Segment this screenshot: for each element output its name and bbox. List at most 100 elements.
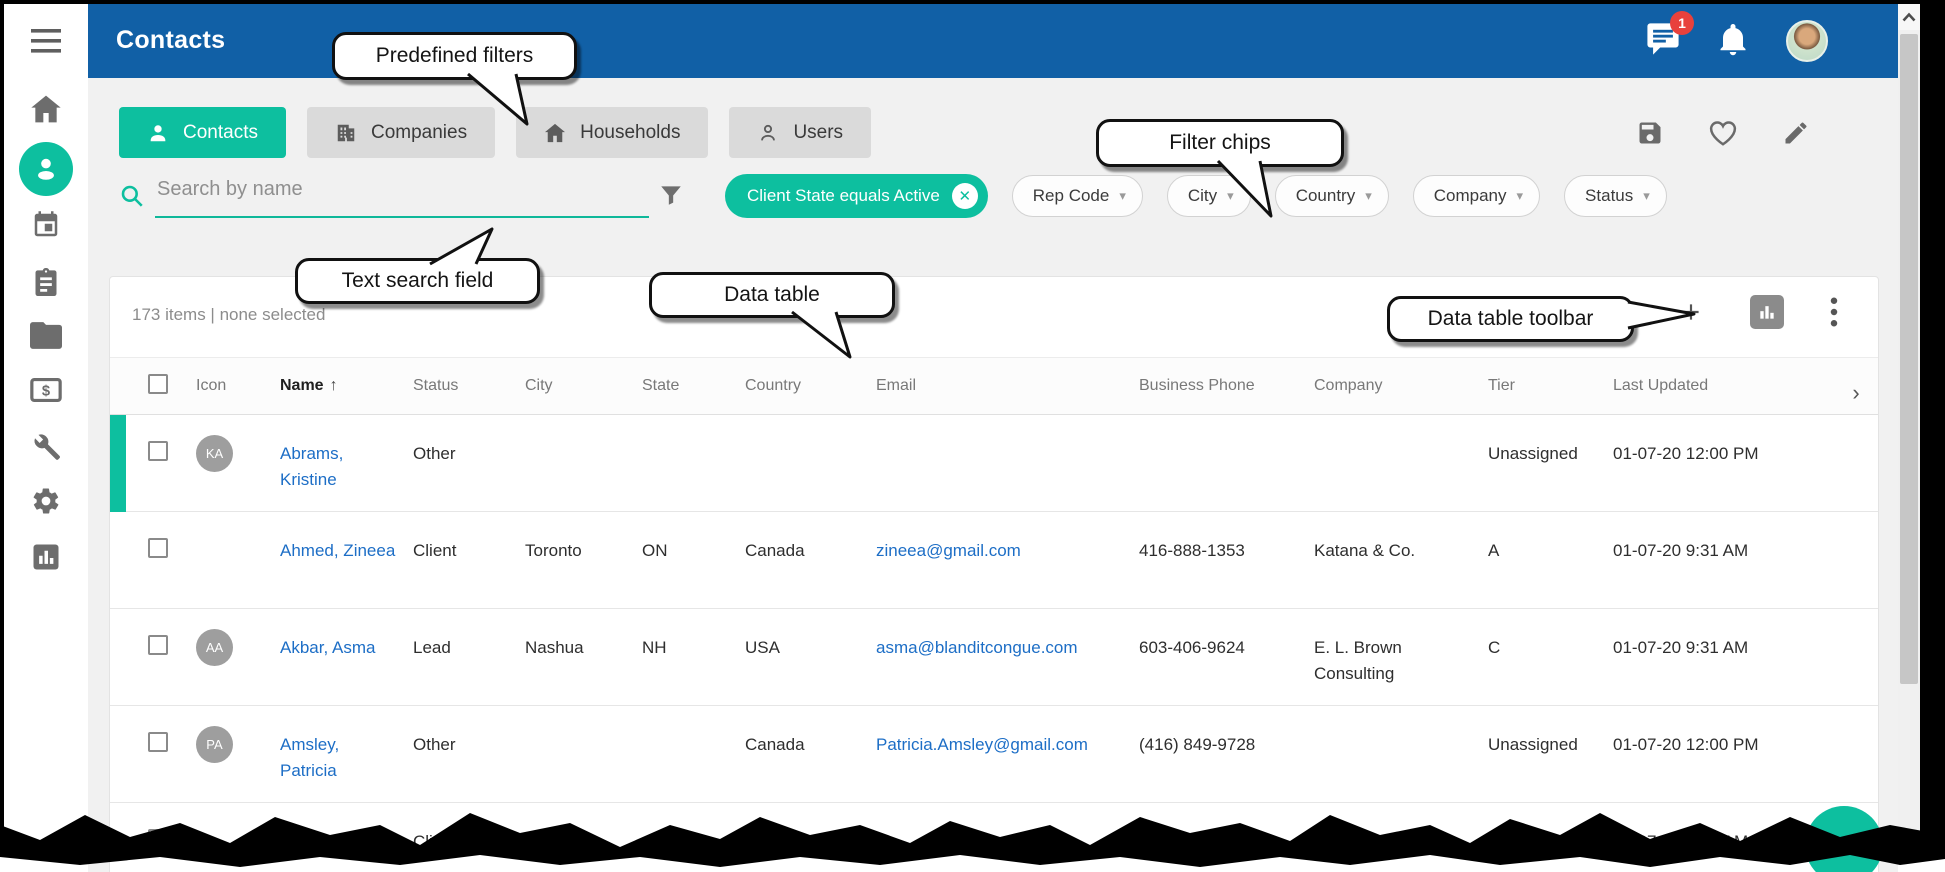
col-state[interactable]: State	[634, 377, 737, 395]
contact-name-link[interactable]: Amsley, Patricia	[280, 735, 339, 780]
user-avatar[interactable]	[1786, 20, 1828, 62]
contact-name-link[interactable]: Armstrong,	[280, 832, 363, 851]
row-checkbox[interactable]	[148, 635, 168, 655]
col-last-updated[interactable]: Last Updated	[1605, 377, 1824, 395]
cell-updated: 01-07-20 9:31 AM	[1605, 609, 1824, 661]
cell-tier: Unassigned	[1480, 415, 1605, 467]
cell-tier: A	[1480, 512, 1605, 564]
sort-asc-icon: ↑	[330, 377, 338, 394]
home-icon[interactable]	[30, 94, 62, 124]
col-city[interactable]: City	[517, 377, 634, 395]
col-email[interactable]: Email	[868, 377, 1131, 395]
favorite-heart-icon[interactable]	[1708, 119, 1738, 152]
search-input[interactable]	[157, 178, 612, 201]
cell-phone: (416) 849-9728	[1131, 706, 1306, 758]
contacts-icon-active[interactable]	[19, 142, 73, 196]
cell-tier: B	[1480, 803, 1605, 855]
scrollbar-thumb[interactable]	[1900, 34, 1918, 684]
cell-status: Client	[405, 512, 517, 564]
tab-contacts[interactable]: Contacts	[119, 107, 286, 158]
cell-country: USA	[737, 609, 868, 661]
filter-funnel-icon[interactable]	[658, 182, 684, 213]
chip-country[interactable]: Country ▾	[1275, 175, 1389, 217]
remove-filter-icon[interactable]: ✕	[952, 183, 978, 209]
cell-company	[1306, 706, 1480, 732]
menu-icon[interactable]	[31, 28, 61, 54]
select-all-checkbox[interactable]	[148, 374, 168, 394]
row-checkbox[interactable]	[148, 732, 168, 752]
contact-name-link[interactable]: Ahmed, Zineea	[280, 541, 395, 560]
edit-pencil-icon[interactable]	[1782, 119, 1810, 152]
table-row[interactable]: Ahmed, Zineea Client Toronto ON Canada z…	[110, 512, 1878, 609]
tab-households-label: Households	[580, 122, 680, 144]
folder-icon[interactable]	[30, 322, 62, 349]
callout-data-table-toolbar: Data table toolbar	[1387, 296, 1634, 342]
chevron-down-icon: ▾	[1517, 188, 1524, 204]
search-underline	[155, 216, 649, 218]
vertical-scrollbar[interactable]	[1898, 4, 1920, 845]
tools-wrench-icon[interactable]	[31, 432, 61, 462]
col-tier[interactable]: Tier	[1480, 377, 1605, 395]
cell-status: Client	[405, 803, 517, 855]
row-checkbox[interactable]	[148, 538, 168, 558]
search-field	[119, 174, 649, 220]
cell-phone	[1131, 803, 1306, 829]
tab-companies-label: Companies	[371, 122, 467, 144]
col-status[interactable]: Status	[405, 377, 517, 395]
table-row[interactable]: KA Abrams, Kristine Other Unassigned 01-…	[110, 415, 1878, 512]
settings-gear-icon[interactable]	[31, 486, 61, 516]
tab-companies[interactable]: Companies	[307, 107, 495, 158]
cell-city	[517, 803, 634, 829]
cell-country	[737, 415, 868, 441]
contact-name-link[interactable]: Abrams, Kristine	[280, 444, 343, 489]
row-checkbox[interactable]	[148, 441, 168, 461]
column-chart-icon[interactable]	[1750, 295, 1784, 329]
predefined-filter-tabs: Contacts Companies Households Users	[119, 107, 871, 158]
contact-name-link[interactable]: Akbar, Asma	[280, 638, 375, 657]
table-row[interactable]: Armstrong, Client B 01-07-20 9:31 AM	[110, 803, 1878, 872]
tab-contacts-label: Contacts	[183, 122, 258, 144]
cell-company	[1306, 415, 1480, 441]
chip-rep-code-label: Rep Code	[1033, 186, 1110, 206]
messages-icon[interactable]: 1	[1646, 23, 1680, 60]
tab-households[interactable]: Households	[516, 107, 708, 158]
billing-icon[interactable]: $	[30, 376, 62, 404]
email-link[interactable]: zineea@gmail.com	[876, 541, 1021, 560]
tasks-clipboard-icon[interactable]	[32, 266, 60, 298]
callout-filter-chips: Filter chips	[1096, 119, 1344, 167]
tab-users[interactable]: Users	[729, 107, 871, 158]
more-vertical-icon[interactable]	[1830, 297, 1838, 327]
chip-city[interactable]: City ▾	[1167, 175, 1251, 217]
avatar: AA	[196, 629, 233, 666]
chip-rep-code[interactable]: Rep Code ▾	[1012, 175, 1143, 217]
more-columns-chevron-icon[interactable]: ›	[1824, 366, 1880, 406]
chip-status[interactable]: Status ▾	[1564, 175, 1667, 217]
table-row[interactable]: PA Amsley, Patricia Other Canada Patrici…	[110, 706, 1878, 803]
col-country[interactable]: Country	[737, 377, 868, 395]
screenshot-border	[0, 0, 1945, 4]
main-content: Contacts Companies Households Users	[88, 78, 1898, 872]
cell-updated: 01-07-20 12:00 PM	[1605, 706, 1824, 758]
email-link[interactable]: Patricia.Amsley@gmail.com	[876, 735, 1088, 754]
cell-email	[868, 415, 1131, 441]
chip-status-label: Status	[1585, 186, 1633, 206]
data-table-toolbar	[1678, 295, 1838, 329]
callout-data-table: Data table	[649, 272, 895, 318]
save-view-icon[interactable]	[1636, 119, 1664, 152]
chip-company[interactable]: Company ▾	[1413, 175, 1540, 217]
table-row[interactable]: AA Akbar, Asma Lead Nashua NH USA asma@b…	[110, 609, 1878, 706]
chip-company-label: Company	[1434, 186, 1507, 206]
col-name[interactable]: Name↑	[258, 377, 405, 395]
calendar-icon[interactable]	[31, 210, 61, 240]
email-link[interactable]: asma@blanditcongue.com	[876, 638, 1078, 657]
chevron-down-icon: ▾	[1119, 188, 1126, 204]
notifications-bell-icon[interactable]	[1718, 22, 1748, 61]
row-checkbox[interactable]	[148, 829, 168, 849]
cell-tier: C	[1480, 609, 1605, 661]
scroll-up-icon[interactable]	[1898, 4, 1920, 30]
add-icon[interactable]	[1678, 299, 1704, 325]
col-company[interactable]: Company	[1306, 377, 1480, 395]
col-business-phone[interactable]: Business Phone	[1131, 377, 1306, 395]
col-icon[interactable]: Icon	[188, 377, 258, 395]
reports-chart-icon[interactable]	[31, 542, 61, 572]
